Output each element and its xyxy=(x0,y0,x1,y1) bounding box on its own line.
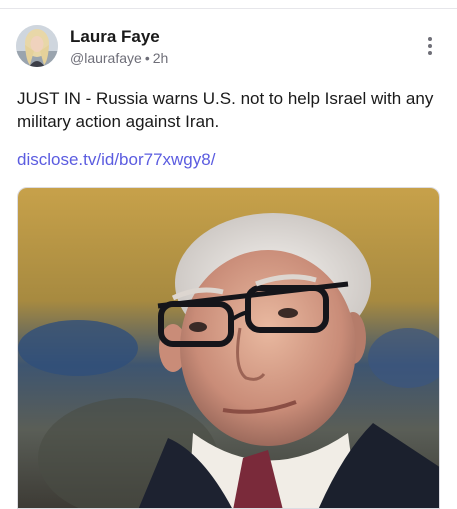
post-text: JUST IN - Russia warns U.S. not to help … xyxy=(17,89,434,131)
author-name[interactable]: Laura Faye xyxy=(70,27,168,47)
post-link[interactable]: disclose.tv/id/bor77xwgy8/ xyxy=(17,150,215,170)
more-options-icon[interactable] xyxy=(421,37,439,59)
avatar[interactable] xyxy=(16,25,58,67)
link-preview-card[interactable] xyxy=(17,187,440,509)
meta-separator: • xyxy=(144,50,150,66)
post-meta: @laurafaye • 2h xyxy=(70,50,168,67)
post-time: 2h xyxy=(152,50,169,66)
author-handle[interactable]: @laurafaye xyxy=(70,50,142,66)
preview-image xyxy=(18,188,439,508)
author-info: Laura Faye @laurafaye • 2h xyxy=(70,27,168,67)
avatar-image xyxy=(16,25,58,67)
post-header: Laura Faye @laurafaye • 2h xyxy=(16,25,441,71)
post-card: Laura Faye @laurafaye • 2h JUST IN - Russi… xyxy=(0,9,457,509)
